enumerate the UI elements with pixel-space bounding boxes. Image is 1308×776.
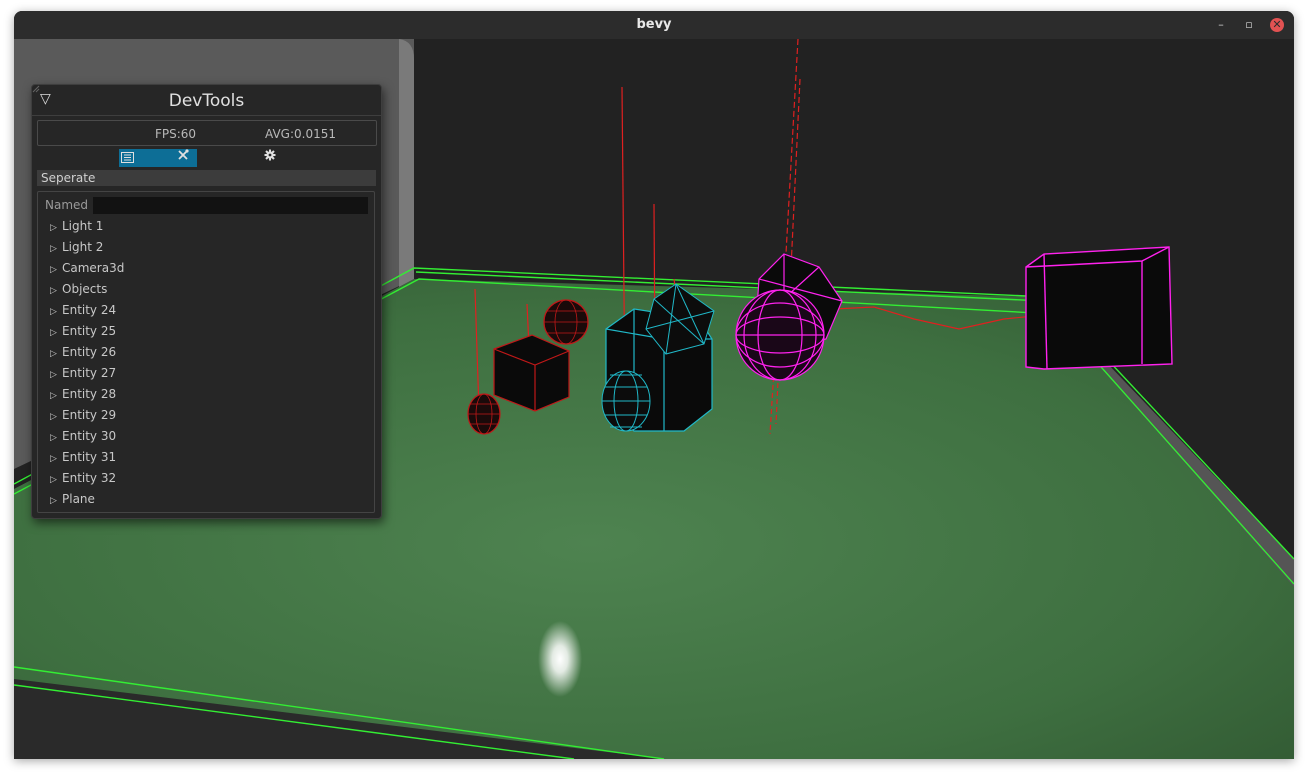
expand-arrow-icon: ▷ — [50, 265, 57, 275]
tree-item-label: Entity 30 — [62, 429, 117, 443]
tree-item-label: Light 2 — [62, 240, 104, 254]
tree-item-label: Entity 26 — [62, 345, 117, 359]
resize-handle-icon[interactable] — [32, 85, 40, 93]
tree-item-light-2[interactable]: ▷ Light 2 — [50, 240, 124, 261]
red-sphere-small — [467, 393, 501, 435]
tree-item-plane[interactable]: ▷ Plane — [50, 492, 124, 513]
expand-arrow-icon: ▷ — [50, 475, 57, 485]
filter-label: Named — [45, 198, 89, 212]
tab-tools[interactable] — [177, 149, 255, 167]
tree-item-label: Entity 25 — [62, 324, 117, 338]
tree-item-entity-26[interactable]: ▷ Entity 26 — [50, 345, 124, 366]
fps-readout: FPS:60 — [155, 127, 197, 141]
red-cube — [493, 334, 570, 412]
expand-arrow-icon: ▷ — [50, 307, 57, 317]
hierarchy-icon — [121, 152, 134, 163]
tools-icon — [178, 149, 189, 160]
window-title: bevy — [636, 17, 672, 32]
tree-item-label: Entity 31 — [62, 450, 117, 464]
tree-item-label: Camera3d — [62, 261, 125, 275]
minimize-button[interactable]: – — [1214, 18, 1228, 32]
expand-arrow-icon: ▷ — [50, 223, 57, 233]
tree-item-entity-30[interactable]: ▷ Entity 30 — [50, 429, 124, 450]
app-window: bevy – ▫ ✕ ▽ DevTools FPS:60 AVG:0.0151 … — [14, 11, 1294, 759]
point-light-glow — [538, 621, 582, 697]
tree-item-entity-29[interactable]: ▷ Entity 29 — [50, 408, 124, 429]
tab-settings[interactable] — [264, 149, 342, 167]
tree-item-label: Entity 24 — [62, 303, 117, 317]
close-button[interactable]: ✕ — [1270, 18, 1284, 32]
tab-search[interactable] — [14, 149, 77, 167]
tree-item-label: Entity 32 — [62, 471, 117, 485]
tree-item-entity-27[interactable]: ▷ Entity 27 — [50, 366, 124, 387]
expand-arrow-icon: ▷ — [50, 454, 57, 464]
tree-item-entity-31[interactable]: ▷ Entity 31 — [50, 450, 124, 471]
magenta-sphere — [735, 289, 825, 381]
title-bar[interactable]: bevy – ▫ ✕ — [14, 11, 1294, 39]
tree-item-objects[interactable]: ▷ Objects — [50, 282, 124, 303]
expand-arrow-icon: ▷ — [50, 370, 57, 380]
expand-arrow-icon: ▷ — [50, 349, 57, 359]
tree-item-entity-32[interactable]: ▷ Entity 32 — [50, 471, 124, 492]
expand-arrow-icon: ▷ — [50, 496, 57, 506]
tree-item-label: Objects — [62, 282, 108, 296]
expand-arrow-icon: ▷ — [50, 391, 57, 401]
devtools-panel[interactable]: ▽ DevTools FPS:60 AVG:0.0151 Seperate Na… — [31, 84, 382, 519]
tree-item-camera3d[interactable]: ▷ Camera3d — [50, 261, 124, 282]
cyan-sphere — [601, 370, 651, 432]
gear-icon — [264, 149, 276, 161]
entity-list: ▷ Light 1 ▷ Light 2 ▷ Camera3d ▷ Objects ▷ En… — [50, 219, 124, 513]
panel-title: DevTools — [168, 91, 245, 111]
expand-arrow-icon: ▷ — [50, 433, 57, 443]
tab-bar — [37, 149, 377, 167]
tree-item-label: Entity 27 — [62, 366, 117, 380]
stats-bar: FPS:60 AVG:0.0151 — [37, 120, 377, 146]
tree-item-entity-24[interactable]: ▷ Entity 24 — [50, 303, 124, 324]
expand-arrow-icon: ▷ — [50, 286, 57, 296]
expand-arrow-icon: ▷ — [50, 412, 57, 422]
expand-arrow-icon: ▷ — [50, 328, 57, 338]
3d-viewport[interactable]: ▽ DevTools FPS:60 AVG:0.0151 Seperate Na… — [14, 39, 1294, 759]
mode-selector[interactable]: Seperate — [37, 170, 376, 186]
avg-frame-time: AVG:0.0151 — [265, 127, 336, 141]
entity-tree-panel: Named ▷ Light 1 ▷ Light 2 ▷ Camera3d ▷ Objec… — [37, 191, 375, 513]
tree-item-label: Entity 29 — [62, 408, 117, 422]
tree-item-light-1[interactable]: ▷ Light 1 — [50, 219, 124, 240]
magenta-cube — [1025, 246, 1173, 370]
expand-arrow-icon: ▷ — [50, 244, 57, 254]
tree-item-entity-28[interactable]: ▷ Entity 28 — [50, 387, 124, 408]
tree-item-label: Plane — [62, 492, 95, 506]
name-filter-input[interactable] — [93, 197, 368, 214]
tree-item-label: Light 1 — [62, 219, 104, 233]
divider — [32, 115, 381, 116]
maximize-button[interactable]: ▫ — [1242, 18, 1256, 32]
tree-item-label: Entity 28 — [62, 387, 117, 401]
red-sphere-top — [543, 299, 589, 345]
tree-item-entity-25[interactable]: ▷ Entity 25 — [50, 324, 124, 345]
